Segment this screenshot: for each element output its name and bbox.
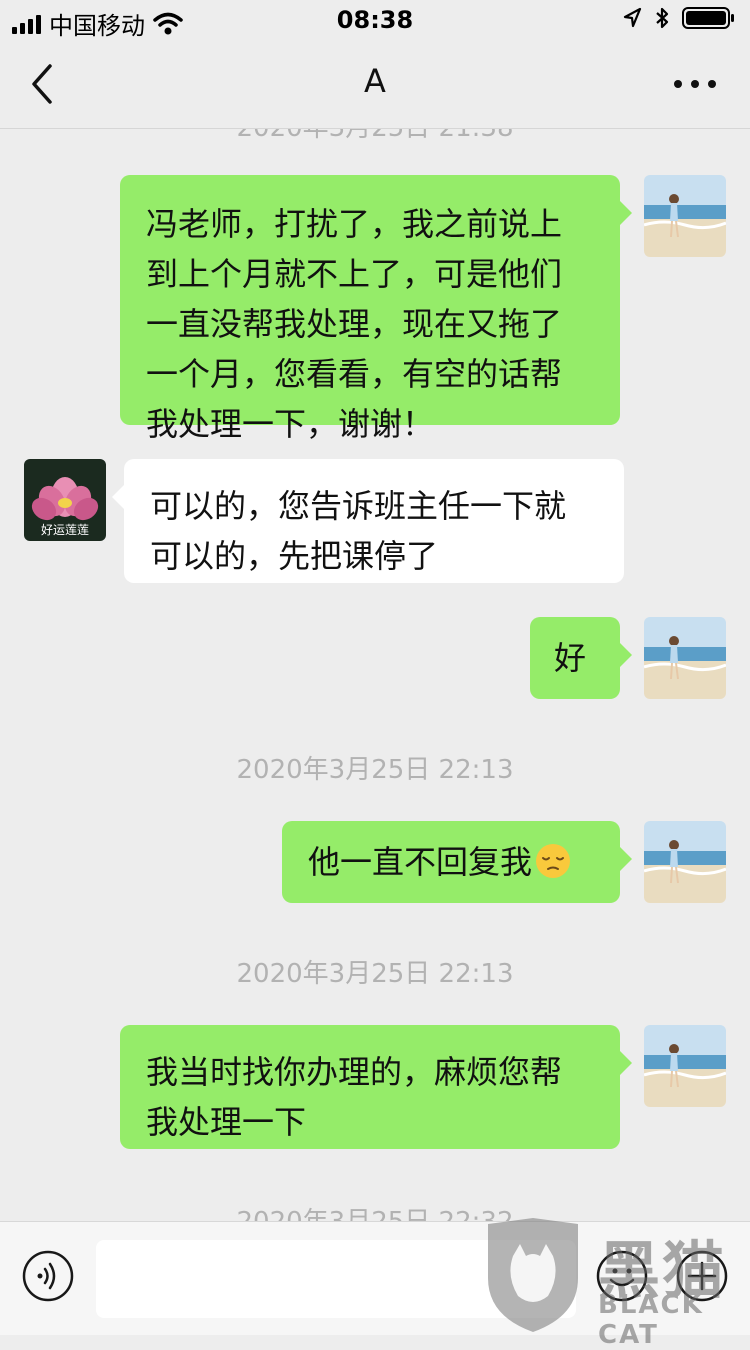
timestamp: 2020年3月25日 22:32 [0,1201,750,1221]
more-dots-icon[interactable] [670,64,720,104]
avatar-caption: 好运莲莲 [40,523,89,537]
plus-circle-icon[interactable] [676,1250,728,1302]
message-line: 可以的，您告诉班主任一下就 [150,487,567,525]
beach-girl-avatar-icon [644,1025,726,1107]
message-bubble-outgoing[interactable]: 冯老师，打扰了，我之前说上 到上个月就不上了，可是他们 一直没帮我处理，现在又拖… [120,175,632,443]
my-avatar[interactable] [644,617,726,699]
timestamp: 2020年3月25日 22:13 [236,959,514,989]
my-avatar[interactable] [644,1025,726,1107]
voice-icon[interactable] [22,1250,74,1302]
message-bubble-outgoing[interactable]: 好 [530,617,632,699]
status-right [622,6,736,30]
status-bar: 中国移动 08:38 [0,0,750,40]
message-line: 冯老师，打扰了，我之前说上 [146,205,563,243]
pensive-face-emoji [536,844,571,878]
beach-girl-avatar-icon [644,175,726,257]
message-line: 好 [554,639,587,677]
message-input[interactable] [96,1240,576,1318]
contact-avatar[interactable]: 好运莲莲 [24,459,106,541]
message-line: 到上个月就不上了，可是他们 [146,255,563,293]
chat-title: A [364,62,386,100]
message-line: 我处理一下，谢谢！ [146,405,435,443]
chat-area[interactable]: 2020年3月25日 21:38 冯老师，打扰了，我之前说上 到上个月就不上了，… [0,129,750,1221]
bluetooth-icon [656,7,669,29]
timestamp: 2020年3月25日 22:13 [236,755,514,785]
location-arrow-icon [623,7,642,28]
timestamp: 2020年3月25日 21:38 [0,129,750,144]
emoji-face-icon[interactable] [596,1250,648,1302]
input-bar [0,1221,750,1335]
beach-girl-avatar-icon [644,617,726,699]
message-line: 可以的，先把课停了 [150,537,439,575]
message-line: 一个月，您看看，有空的话帮 [146,355,563,393]
message-bubble-incoming[interactable]: 可以的，您告诉班主任一下就 可以的，先把课停了 [112,459,624,583]
message-bubble-outgoing[interactable]: 我当时找你办理的，麻烦您帮 我处理一下 [120,1025,632,1149]
battery-icon [682,7,734,29]
message-line: 我处理一下 [146,1103,307,1141]
my-avatar[interactable] [644,175,726,257]
nav-bar: A [0,40,750,129]
message-bubble-outgoing[interactable]: 他一直不回复我 [282,821,632,903]
message-line: 一直没帮我处理，现在又拖了 [146,305,563,343]
my-avatar[interactable] [644,821,726,903]
beach-girl-avatar-icon [644,821,726,903]
message-line: 他一直不回复我 [308,843,533,881]
message-line: 我当时找你办理的，麻烦您帮 [146,1053,563,1091]
